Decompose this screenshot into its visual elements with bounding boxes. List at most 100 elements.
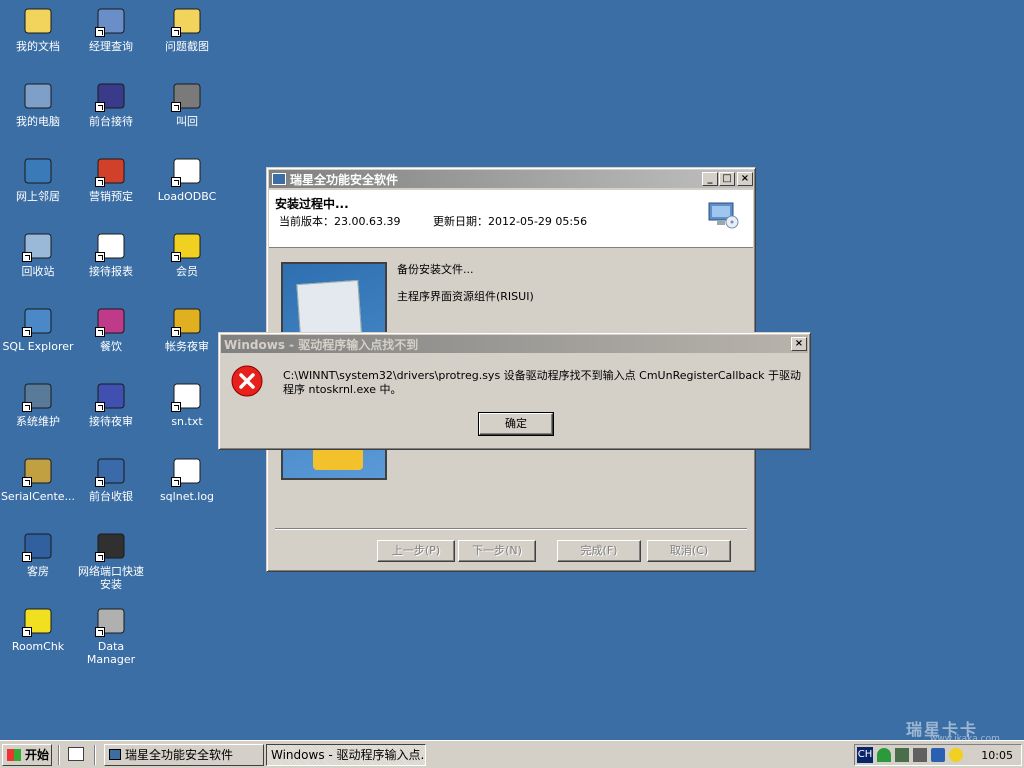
gear-icon [171,80,203,112]
cancel-button[interactable]: 取消(C) [647,540,731,562]
desktop-icon[interactable]: 客房 [0,530,76,578]
desktop-icon[interactable]: SQL Explorer [0,305,76,353]
night-audit-icon [95,380,127,412]
tray-icon-smiley[interactable] [949,748,963,762]
quicklaunch-divider [58,745,60,765]
installer-divider [275,528,747,530]
shortcut-arrow-icon [95,402,105,412]
port-install-icon [95,530,127,562]
maximize-button[interactable]: □ [719,172,735,186]
shortcut-arrow-icon [95,252,105,262]
taskbar-item-error[interactable]: Windows - 驱动程序输入点... [266,744,426,766]
desktop-icon[interactable]: 前台接待 [73,80,149,128]
ime-indicator[interactable]: CH [857,747,873,763]
desktop-icon[interactable]: sqlnet.log [149,455,225,503]
desktop-icon[interactable]: Data Manager [73,605,149,666]
desktop-icon[interactable]: 网上邻居 [0,155,76,203]
quicklaunch-divider-2 [94,745,96,765]
desktop-icon-label: Data Manager [86,640,136,666]
tray-icon-shield[interactable] [931,748,945,762]
shortcut-arrow-icon [95,477,105,487]
desktop-icon-label: 客房 [27,565,49,578]
desktop-icon[interactable]: 经理查询 [73,5,149,53]
folder-documents-icon [22,5,54,37]
installer-header: 安装过程中... 当前版本：23.00.63.39 更新日期：2012-05-2… [269,190,753,248]
desktop-icon[interactable]: 接待夜审 [73,380,149,428]
desktop-icon-label: 前台接待 [89,115,133,128]
desktop-icon[interactable]: SerialCente... [0,455,76,503]
error-titlebar[interactable]: Windows - 驱动程序输入点找不到 [221,335,808,353]
installer-task-icon [109,749,121,760]
manager-query-icon [95,5,127,37]
desktop-icon[interactable]: 叫回 [149,80,225,128]
desktop-icon-label: sn.txt [171,415,203,428]
desktop-icon-label: 帐务夜审 [165,340,209,353]
desktop-icon[interactable]: RoomChk [0,605,76,653]
sql-explorer-icon [22,305,54,337]
installer-titlebar[interactable]: 瑞星全功能安全软件 [269,170,753,188]
tray-icon-speaker[interactable] [913,748,927,762]
next-button[interactable]: 下一步(N) [458,540,536,562]
desktop-icon[interactable]: 会员 [149,230,225,278]
tray-icon-network[interactable] [895,748,909,762]
status-line-2: 主程序界面资源组件(RISUI) [397,290,534,303]
desktop-icon[interactable]: 网络端口快速安装 [73,530,149,591]
desktop-icon[interactable]: 我的电脑 [0,80,76,128]
house-icon [22,530,54,562]
desktop-icon-label: 问题截图 [165,40,209,53]
desktop-icon[interactable]: 系统维护 [0,380,76,428]
close-button[interactable]: × [737,172,753,186]
shortcut-arrow-icon [95,327,105,337]
desktop-icon-label: 经理查询 [89,40,133,53]
report-icon [95,230,127,262]
desktop-icon[interactable]: 问题截图 [149,5,225,53]
desktop-icon[interactable]: 我的文档 [0,5,76,53]
desktop-icon[interactable]: 回收站 [0,230,76,278]
desktop-icon-label: 接待夜审 [89,415,133,428]
shortcut-arrow-icon [95,627,105,637]
member-icon [171,230,203,262]
show-desktop-icon[interactable] [68,747,84,761]
clock[interactable]: 10:05 [981,747,1013,765]
desktop-icon[interactable]: 餐饮 [73,305,149,353]
shortcut-arrow-icon [22,552,32,562]
shortcut-arrow-icon [95,552,105,562]
error-icon [231,365,263,397]
desktop-icon-label: 系统维护 [16,415,60,428]
error-message: C:\WINNT\system32\drivers\protreg.sys 设备… [283,369,802,396]
network-icon [22,155,54,187]
error-close-button[interactable]: × [791,337,807,351]
desktop-icon-label: 我的电脑 [16,115,60,128]
prev-button[interactable]: 上一步(P) [377,540,455,562]
desktop-icon-label: LoadODBC [157,190,217,203]
ok-button[interactable]: 确定 [478,412,554,436]
desktop-icon[interactable]: 营销预定 [73,155,149,203]
desktop-icon[interactable]: LoadODBC [149,155,225,203]
monitor-cd-icon [707,200,739,230]
shortcut-arrow-icon [171,102,181,112]
shortcut-arrow-icon [22,402,32,412]
taskbar-item-installer[interactable]: 瑞星全功能安全软件 [104,744,264,766]
installer-heading: 安装过程中... [275,197,349,211]
desktop-icon[interactable]: sn.txt [149,380,225,428]
desktop-icon-label: SerialCente... [0,490,76,503]
shortcut-arrow-icon [171,402,181,412]
shortcut-arrow-icon [95,27,105,37]
desktop-icon-label: 网络端口快速安装 [78,565,144,591]
desktop-icon[interactable]: 接待报表 [73,230,149,278]
start-button[interactable]: 开始 [2,744,52,766]
tray-icon-umbrella[interactable] [877,748,891,762]
folder-icon [171,5,203,37]
desktop-icon[interactable]: 帐务夜审 [149,305,225,353]
desktop-icon[interactable]: 前台收银 [73,455,149,503]
smiley-icon [22,605,54,637]
finish-button[interactable]: 完成(F) [557,540,641,562]
windows-logo-icon [7,749,21,761]
installer-app-icon [272,173,286,185]
system-tray: CH 10:05 [854,744,1022,766]
desktop-icon-label: SQL Explorer [2,340,74,353]
minimize-button[interactable]: _ [702,172,718,186]
dining-icon [95,305,127,337]
shortcut-arrow-icon [171,252,181,262]
maintenance-icon [22,380,54,412]
